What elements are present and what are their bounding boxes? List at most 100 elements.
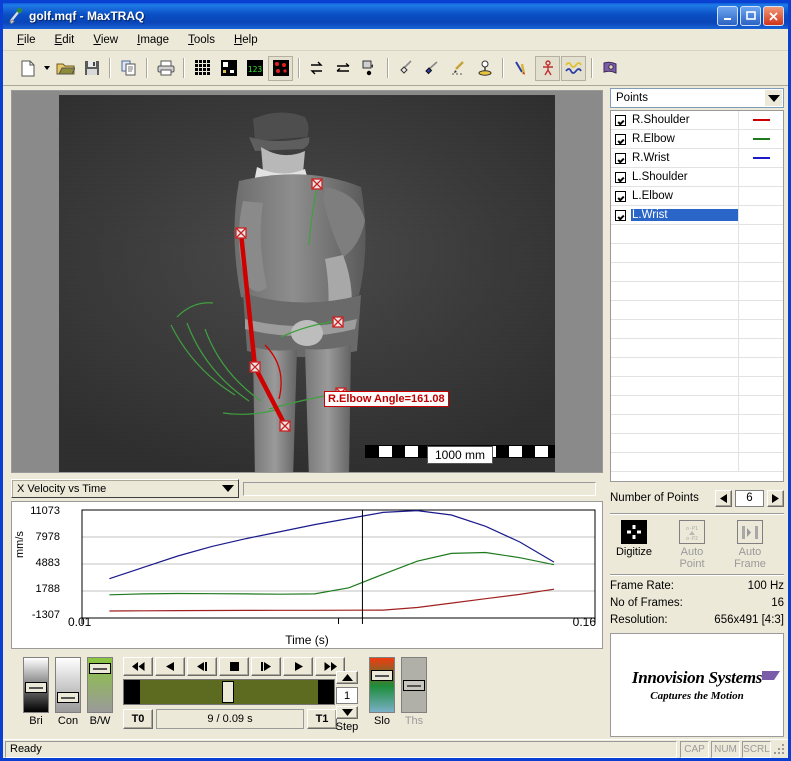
- marker-icon[interactable]: [472, 56, 497, 81]
- menu-help[interactable]: Help: [234, 34, 258, 46]
- point-row[interactable]: L.Wrist: [611, 206, 783, 225]
- auto-point-button[interactable]: o-P1 o-P2 Auto Point: [670, 520, 714, 570]
- points-selector-combo[interactable]: Points: [610, 88, 784, 108]
- point-traces: [170, 178, 347, 432]
- point-row-empty[interactable]: [611, 377, 783, 396]
- new-file-icon[interactable]: [15, 56, 40, 81]
- counter-icon[interactable]: 123: [242, 56, 267, 81]
- copy-icon[interactable]: [116, 56, 141, 81]
- measure-distance-icon[interactable]: [420, 56, 445, 81]
- point-checkbox[interactable]: [615, 114, 626, 126]
- contrast-thumb[interactable]: [57, 692, 79, 703]
- slo-thumb[interactable]: [371, 670, 393, 681]
- point-label: R.Wrist: [632, 152, 670, 164]
- point-color-cell: [738, 225, 783, 243]
- close-button[interactable]: [763, 6, 784, 26]
- point-row[interactable]: R.Elbow: [611, 130, 783, 149]
- stop-button[interactable]: [219, 657, 249, 676]
- brightness-slider[interactable]: [23, 657, 49, 713]
- object-track-icon[interactable]: [357, 56, 382, 81]
- point-row-empty[interactable]: [611, 453, 783, 472]
- point-checkbox[interactable]: [615, 190, 626, 202]
- pencil-path-icon[interactable]: [446, 56, 471, 81]
- toolbar-separator: [502, 58, 504, 78]
- measure-angle-icon[interactable]: [394, 56, 419, 81]
- brightness-thumb[interactable]: [25, 682, 47, 693]
- maximize-button[interactable]: [740, 6, 761, 26]
- menu-edit[interactable]: Edit: [55, 34, 75, 46]
- step-up-button[interactable]: [336, 671, 358, 684]
- menu-view[interactable]: View: [93, 34, 118, 46]
- point-row-empty[interactable]: [611, 263, 783, 282]
- open-folder-icon[interactable]: [53, 56, 78, 81]
- play-forward-button[interactable]: [283, 657, 313, 676]
- minimize-button[interactable]: [717, 6, 738, 26]
- point-checkbox[interactable]: [615, 171, 626, 183]
- swap-horizontal-icon[interactable]: [331, 56, 356, 81]
- point-row[interactable]: R.Shoulder: [611, 111, 783, 130]
- ths-thumb[interactable]: [403, 680, 425, 691]
- right-panel: Points R.Shoulder R.Elbow R.Wrist L.Shoulde…: [608, 86, 788, 739]
- step-down-button[interactable]: [336, 706, 358, 719]
- number-of-points-value[interactable]: 6: [735, 489, 764, 507]
- point-row-empty[interactable]: [611, 415, 783, 434]
- menu-tools[interactable]: Tools: [188, 34, 215, 46]
- graph-wave-icon[interactable]: [561, 55, 586, 81]
- point-checkbox[interactable]: [615, 133, 626, 145]
- status-scrl: SCRL: [742, 740, 771, 758]
- t0-button[interactable]: T0: [123, 709, 153, 729]
- point-checkbox[interactable]: [615, 209, 626, 221]
- step-backward-button[interactable]: [187, 657, 217, 676]
- chevron-down-icon[interactable]: [219, 481, 236, 496]
- auto-frame-button[interactable]: Auto Frame: [728, 520, 772, 570]
- video-frame[interactable]: R.Elbow Angle=161.08 1000 mm: [59, 95, 555, 472]
- stick-figure-icon[interactable]: [535, 55, 560, 81]
- ths-slider[interactable]: [401, 657, 427, 713]
- point-row[interactable]: L.Elbow: [611, 187, 783, 206]
- digitize-button[interactable]: Digitize: [612, 520, 656, 570]
- grid-icon[interactable]: [190, 56, 215, 81]
- calibration-icon[interactable]: [216, 56, 241, 81]
- point-row-empty[interactable]: [611, 225, 783, 244]
- point-row-empty[interactable]: [611, 396, 783, 415]
- chevron-down-icon[interactable]: [765, 90, 782, 106]
- menu-file[interactable]: FFileile: [17, 34, 36, 46]
- step-forward-button[interactable]: [251, 657, 281, 676]
- point-row-empty[interactable]: [611, 320, 783, 339]
- points-list[interactable]: R.Shoulder R.Elbow R.Wrist L.Shoulder L.Elbo…: [610, 110, 784, 482]
- point-checkbox[interactable]: [615, 152, 626, 164]
- point-color-cell: [738, 434, 783, 452]
- black-white-thumb[interactable]: [89, 663, 111, 674]
- point-row[interactable]: R.Wrist: [611, 149, 783, 168]
- play-backward-button[interactable]: [155, 657, 185, 676]
- swap-vertical-icon[interactable]: [305, 56, 330, 81]
- point-row-empty[interactable]: [611, 434, 783, 453]
- points-decrement-button[interactable]: [715, 489, 732, 507]
- black-white-slider[interactable]: [87, 657, 113, 713]
- point-row-empty[interactable]: [611, 358, 783, 377]
- frame-scrubber[interactable]: [123, 679, 335, 705]
- point-row-empty[interactable]: [611, 301, 783, 320]
- new-file-dropdown-icon[interactable]: [41, 56, 52, 81]
- point-row-empty[interactable]: [611, 339, 783, 358]
- slo-slider[interactable]: [369, 657, 395, 713]
- pen-tool-icon[interactable]: [509, 56, 534, 81]
- chart-area[interactable]: mm/s Time (s) 11073 7978 4883 1788 -1307…: [11, 501, 603, 649]
- resize-grip[interactable]: [772, 742, 786, 756]
- point-row-empty[interactable]: [611, 244, 783, 263]
- scrubber-thumb[interactable]: [222, 681, 234, 703]
- points-increment-button[interactable]: [767, 489, 784, 507]
- video-viewport[interactable]: R.Elbow Angle=161.08 1000 mm: [11, 90, 603, 473]
- rewind-to-start-button[interactable]: [123, 657, 153, 676]
- point-label: L.Shoulder: [632, 171, 688, 183]
- points-overlay-icon[interactable]: [268, 55, 293, 81]
- menu-image[interactable]: Image: [137, 34, 169, 46]
- save-disk-icon[interactable]: [79, 56, 104, 81]
- book-help-icon[interactable]: [598, 56, 623, 81]
- print-icon[interactable]: [153, 56, 178, 81]
- contrast-slider[interactable]: [55, 657, 81, 713]
- step-value[interactable]: 1: [336, 687, 358, 704]
- point-row-empty[interactable]: [611, 282, 783, 301]
- point-row[interactable]: L.Shoulder: [611, 168, 783, 187]
- plot-type-combo[interactable]: X Velocity vs Time: [11, 479, 239, 498]
